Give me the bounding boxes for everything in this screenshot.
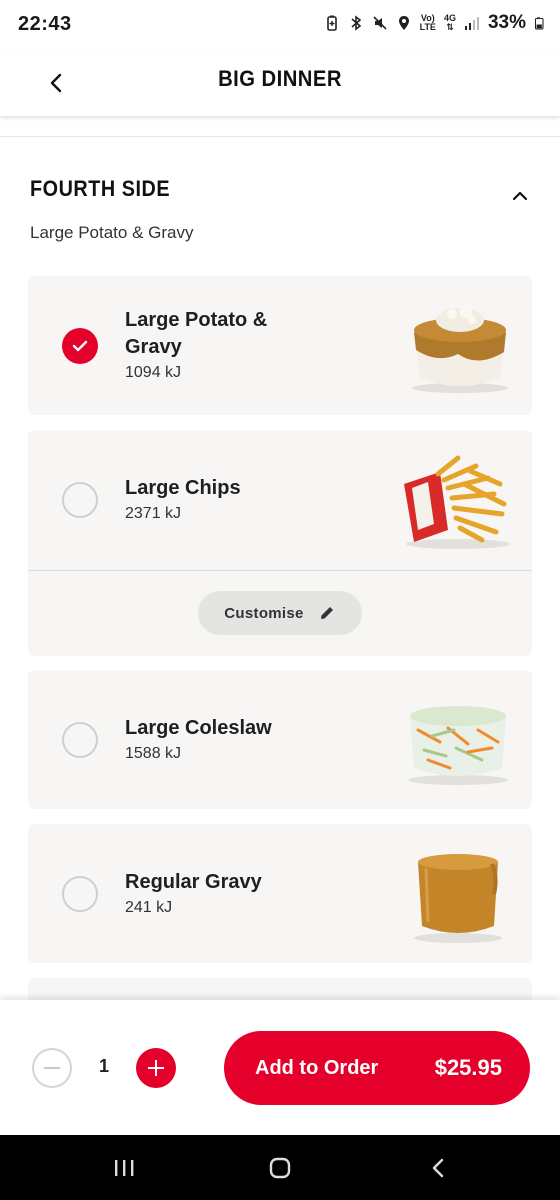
potato-gravy-image [412,306,508,393]
gravy-cup-image [414,854,502,943]
home-icon [269,1157,291,1179]
add-to-order-label: Add to Order [255,1057,379,1079]
radio-unselected[interactable] [62,876,98,912]
recents-button[interactable] [104,1153,144,1183]
option-energy: 1588 kJ [125,745,182,762]
data-arrows-icon: ⇅ [446,22,454,32]
section-title: FOURTH SIDE [30,176,171,201]
radio-unselected[interactable] [62,482,98,518]
plus-icon [148,1060,164,1076]
network-bottom: LTE [419,22,436,32]
option-name: Large Potato & Gravy [125,309,268,358]
add-to-order-button[interactable]: Add to Order $25.95 [224,1031,530,1105]
option-name: Large Chips [125,477,241,499]
option-energy: 241 kJ [125,899,173,916]
option-card-regular-gravy[interactable]: Regular Gravy 241 kJ [28,824,532,963]
status-icons: Vo) LTE 4G ⇅ 33% [324,12,546,34]
back-arrow-icon [432,1158,444,1178]
option-name: Regular Gravy [125,871,262,893]
status-bar: 22:43 Vo) LTE 4G ⇅ 33% [0,0,560,50]
back-nav-button[interactable] [418,1153,458,1183]
radio-selected[interactable] [62,328,98,364]
battery-percent: 33% [487,12,526,33]
mute-icon [373,16,387,30]
minus-icon [44,1067,60,1069]
selected-summary: Large Potato & Gravy [30,223,194,242]
option-energy: 2371 kJ [125,505,182,522]
radio-unselected[interactable] [62,722,98,758]
battery-saver-icon [326,15,337,31]
location-icon [398,16,409,30]
option-name: Large Coleslaw [125,717,272,739]
option-card-potato-gravy[interactable]: Large Potato & Gravy 1094 kJ [28,276,532,415]
check-icon [72,340,88,352]
home-button[interactable] [260,1153,300,1183]
bluetooth-icon [351,15,361,31]
order-bar: 1 Add to Order $25.95 [0,1000,560,1135]
divider [0,136,560,137]
option-card-coleslaw[interactable]: Large Coleslaw 1588 kJ [28,670,532,809]
network-gen: 4G ⇅ [444,14,456,32]
signal-icon [464,17,479,30]
collapse-button[interactable] [506,182,534,210]
customise-button[interactable]: Customise [198,591,362,635]
option-energy: 1094 kJ [125,364,182,381]
customise-label: Customise [224,604,304,622]
option-card-chips[interactable]: Large Chips 2371 kJ Customise [28,430,532,656]
order-price: $25.95 [434,1055,502,1080]
decrease-quantity-button[interactable] [32,1048,72,1088]
chevron-up-icon [512,191,528,201]
pencil-icon [320,607,333,619]
coleslaw-image [408,706,508,785]
recents-icon [115,1160,134,1176]
status-time: 22:43 [18,13,72,35]
quantity-value: 1 [98,1056,109,1076]
battery-icon [534,17,544,30]
chips-image [404,455,510,549]
card-divider [28,570,532,571]
increase-quantity-button[interactable] [136,1048,176,1088]
system-nav-bar [0,1135,560,1200]
app-header: BIG DINNER [0,50,560,116]
network-label: Vo) LTE [420,14,436,32]
page-title: BIG DINNER [218,66,342,91]
